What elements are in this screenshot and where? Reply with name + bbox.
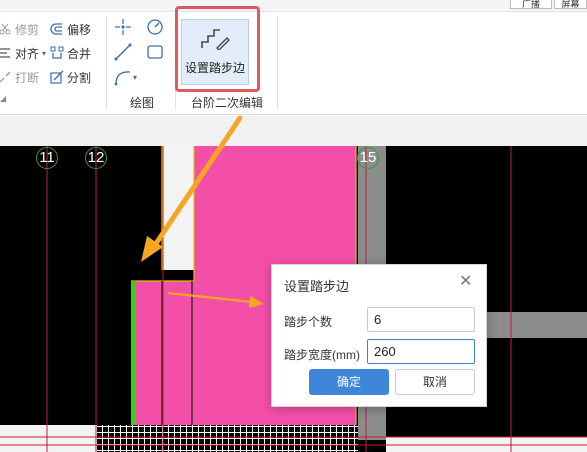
trim-tool[interactable]: 修剪: [0, 20, 39, 38]
draw-line-icon[interactable]: [114, 43, 132, 64]
scissors-icon: [0, 22, 12, 36]
offset-label: 偏移: [67, 22, 92, 37]
split-icon: [50, 70, 64, 84]
step-width-input[interactable]: 260: [367, 339, 475, 364]
cancel-button[interactable]: 取消: [395, 369, 475, 395]
step-edge-highlight: [131, 281, 136, 425]
draw-rectangle-icon[interactable]: [146, 43, 164, 64]
grid-floor: [96, 425, 358, 452]
split-tool[interactable]: 分割: [50, 68, 91, 86]
offset-icon: [50, 22, 64, 36]
break-tool[interactable]: 打断: [0, 68, 39, 86]
trim-label: 修剪: [15, 22, 40, 37]
draw-circle-icon[interactable]: [146, 18, 164, 39]
set-step-edge-dialog: 设置踏步边 ✕ 踏步个数 6 踏步宽度(mm) 260 确定 取消: [271, 264, 487, 407]
ribbon-separator: [277, 16, 278, 110]
align-dropdown-icon: ▾: [42, 48, 47, 58]
step-count-input[interactable]: 6: [367, 307, 475, 332]
step-edit-group-label: 台阶二次编辑: [190, 96, 263, 110]
top-tab-strip: [0, 0, 587, 12]
draw-point-icon[interactable]: [114, 18, 132, 39]
ribbon-toolbar: 修剪 对齐 ▾ 打断 ◢ 偏移 合并 分割 ▾ 绘图 台阶二次编辑: [0, 12, 587, 115]
align-tool[interactable]: 对齐 ▾: [0, 44, 46, 62]
highlight-frame: [175, 6, 260, 92]
top-tab-broadcast[interactable]: 广播: [510, 0, 552, 9]
axis-label-15: 15: [357, 147, 379, 169]
axis-label-12: 12: [85, 147, 107, 169]
align-icon: [0, 46, 12, 60]
break-icon: [0, 70, 12, 84]
step-width-label: 踏步宽度(mm): [284, 348, 360, 362]
offset-tool[interactable]: 偏移: [50, 20, 91, 38]
dialog-title: 设置踏步边: [284, 279, 350, 294]
draw-arc-dropdown-icon: ▾: [133, 72, 138, 82]
draw-arc-icon[interactable]: ▾: [114, 68, 137, 86]
draw-group-label: 绘图: [129, 96, 154, 110]
merge-tool[interactable]: 合并: [50, 44, 91, 62]
toolbar-spacer: [0, 116, 587, 146]
merge-label: 合并: [67, 46, 92, 61]
modify-group-expand-icon[interactable]: ◢: [0, 94, 6, 103]
merge-icon: [50, 46, 64, 60]
ribbon-separator: [106, 16, 107, 110]
confirm-button[interactable]: 确定: [309, 369, 389, 395]
step-count-label: 踏步个数: [284, 315, 333, 329]
align-label: 对齐: [15, 46, 40, 61]
break-label: 打断: [15, 70, 40, 85]
split-label: 分割: [67, 70, 92, 85]
close-icon[interactable]: ✕: [459, 274, 472, 290]
axis-label-11: 11: [36, 147, 58, 169]
top-tab-screen[interactable]: 屏幕: [554, 0, 587, 9]
white-floor: [0, 425, 96, 452]
